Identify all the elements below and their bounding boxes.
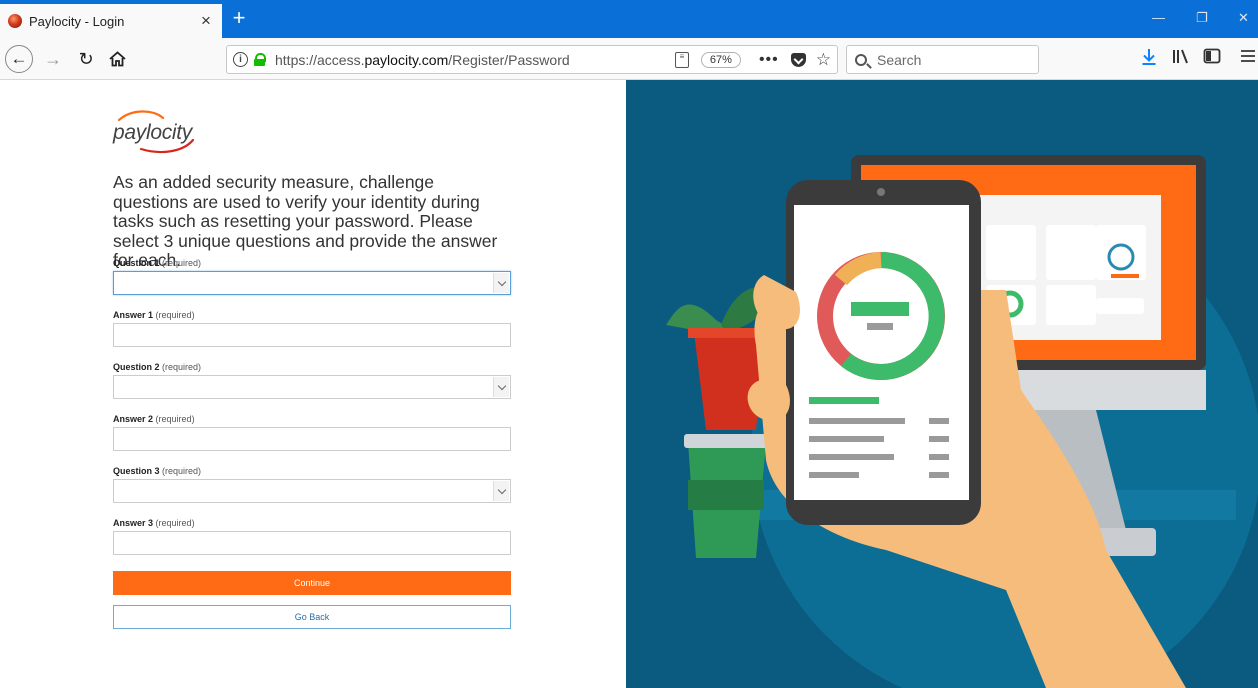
logo-text: paylocity — [113, 121, 193, 144]
minimize-button[interactable]: — — [1152, 10, 1165, 25]
downloads-icon[interactable] — [1141, 48, 1157, 71]
answer-3-input[interactable] — [113, 531, 511, 555]
window-close-button[interactable]: ✕ — [1238, 10, 1249, 26]
zoom-level-badge[interactable]: 67% — [700, 51, 741, 68]
question-1-select[interactable] — [113, 271, 511, 295]
phone-dashboard-illustration — [666, 155, 1258, 688]
paylocity-favicon-icon — [8, 14, 22, 28]
illustration-panel — [626, 80, 1258, 688]
browser-tab[interactable]: Paylocity - Login × — [0, 4, 222, 38]
answer-3-label: Answer 3 (required) — [113, 518, 195, 528]
page-actions-icon[interactable]: ••• — [759, 51, 779, 69]
new-tab-button[interactable]: + — [228, 7, 250, 30]
tab-title: Paylocity - Login — [29, 13, 125, 29]
reload-icon[interactable]: ↻ — [73, 46, 99, 72]
browser-nav-bar: ← → ↻ i https://access.paylocity.com/Reg… — [0, 38, 1258, 80]
menu-icon[interactable] — [1241, 48, 1255, 68]
back-arrow-icon[interactable]: ← — [5, 45, 33, 73]
answer-1-label: Answer 1 (required) — [113, 310, 195, 320]
continue-button[interactable]: Continue — [113, 571, 511, 595]
tab-close-icon[interactable]: × — [198, 11, 214, 31]
chevron-down-icon[interactable] — [493, 273, 509, 293]
search-icon — [855, 53, 867, 66]
chevron-down-icon[interactable] — [493, 377, 509, 397]
answer-2-input[interactable] — [113, 427, 511, 451]
forward-arrow-icon[interactable]: → — [40, 46, 66, 72]
question-3-select[interactable] — [113, 479, 511, 503]
sidebar-icon[interactable] — [1203, 48, 1221, 69]
answer-2-label: Answer 2 (required) — [113, 414, 195, 424]
question-1-label: Question 1 (required) — [113, 258, 202, 268]
browser-tab-bar: Paylocity - Login × + — ❐ ✕ — [0, 0, 1258, 38]
restore-button[interactable]: ❐ — [1196, 10, 1208, 26]
question-2-label: Question 2 (required) — [113, 362, 202, 372]
question-3-label: Question 3 (required) — [113, 466, 202, 476]
url-text[interactable]: https://access.paylocity.com/Register/Pa… — [275, 52, 675, 68]
pocket-icon[interactable] — [790, 52, 806, 67]
site-info-icon[interactable]: i — [233, 52, 248, 67]
go-back-button[interactable]: Go Back — [113, 605, 511, 629]
address-bar[interactable]: i https://access.paylocity.com/Register/… — [226, 45, 838, 74]
paylocity-logo: paylocity — [113, 110, 203, 156]
question-2-select[interactable] — [113, 375, 511, 399]
search-placeholder: Search — [877, 51, 922, 68]
home-icon[interactable] — [104, 46, 130, 72]
chevron-down-icon[interactable] — [493, 481, 509, 501]
reader-view-icon[interactable]: ≡ — [674, 51, 689, 68]
browser-search-box[interactable]: Search — [846, 45, 1039, 74]
bookmark-star-icon[interactable]: ☆ — [816, 50, 831, 70]
lock-icon — [254, 53, 266, 66]
security-intro-text: As an added security measure, challenge … — [113, 172, 498, 270]
answer-1-input[interactable] — [113, 323, 511, 347]
library-icon[interactable] — [1172, 48, 1190, 69]
